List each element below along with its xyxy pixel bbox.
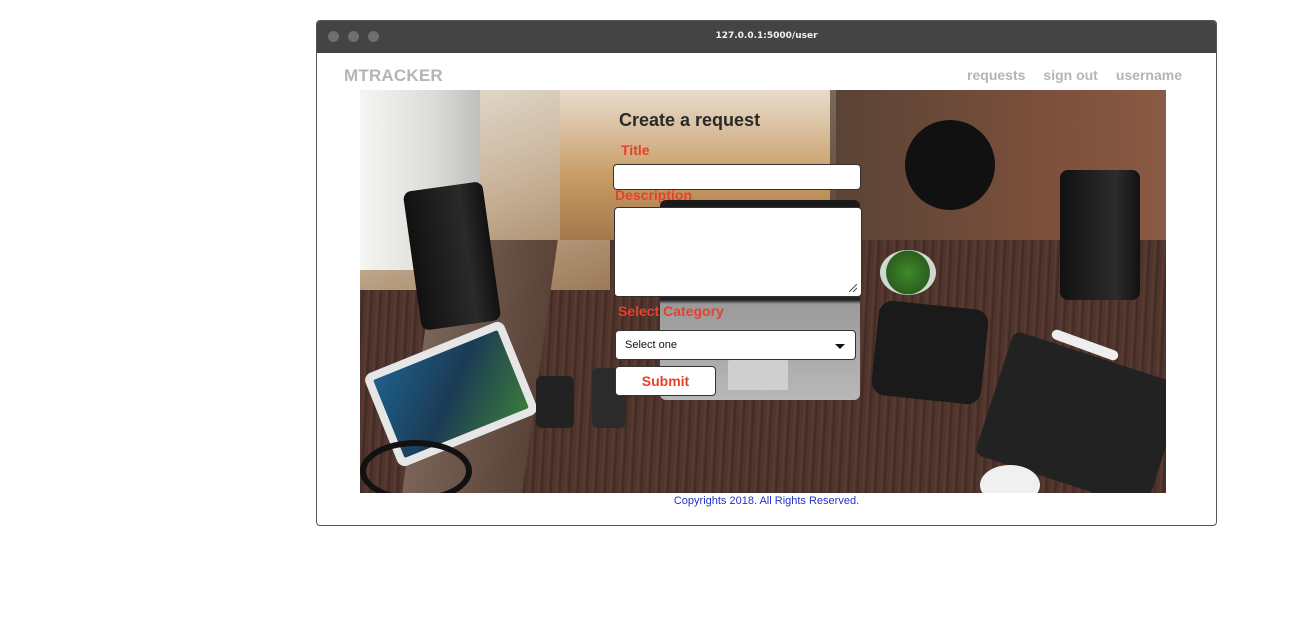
nav-link-username[interactable]: username xyxy=(1116,67,1182,83)
title-label: Title xyxy=(621,142,650,158)
category-select[interactable]: Select one xyxy=(615,330,856,360)
category-selected-value: Select one xyxy=(625,339,677,351)
nav-link-sign-out[interactable]: sign out xyxy=(1043,67,1097,83)
right-speaker xyxy=(1060,170,1140,300)
browser-window: 127.0.0.1:5000/user MTRACKER requests si… xyxy=(316,20,1217,526)
description-label: Description xyxy=(615,187,693,203)
nav-links: requests sign out username xyxy=(967,67,1182,83)
mouse-pad xyxy=(870,299,990,406)
plant-bowl xyxy=(880,250,936,295)
browser-titlebar: 127.0.0.1:5000/user xyxy=(317,21,1216,53)
footer-copyright: Copyrights 2018. All Rights Reserved. xyxy=(673,495,860,507)
navbar: MTRACKER requests sign out username xyxy=(317,53,1216,91)
submit-button[interactable]: Submit xyxy=(615,366,716,396)
nav-link-requests[interactable]: requests xyxy=(967,67,1025,83)
phone-left xyxy=(536,376,574,428)
desk-lamp xyxy=(905,120,995,210)
form-heading: Create a request xyxy=(619,110,761,130)
resize-grip-icon[interactable] xyxy=(849,284,857,292)
description-textarea[interactable] xyxy=(614,207,862,297)
chevron-down-icon xyxy=(835,344,845,349)
laptop-touchpad xyxy=(728,360,788,390)
category-label: Select Category xyxy=(618,303,724,319)
address-bar-url[interactable]: 127.0.0.1:5000/user xyxy=(317,31,1216,41)
headphones xyxy=(360,440,472,493)
brand-logo[interactable]: MTRACKER xyxy=(344,66,443,86)
